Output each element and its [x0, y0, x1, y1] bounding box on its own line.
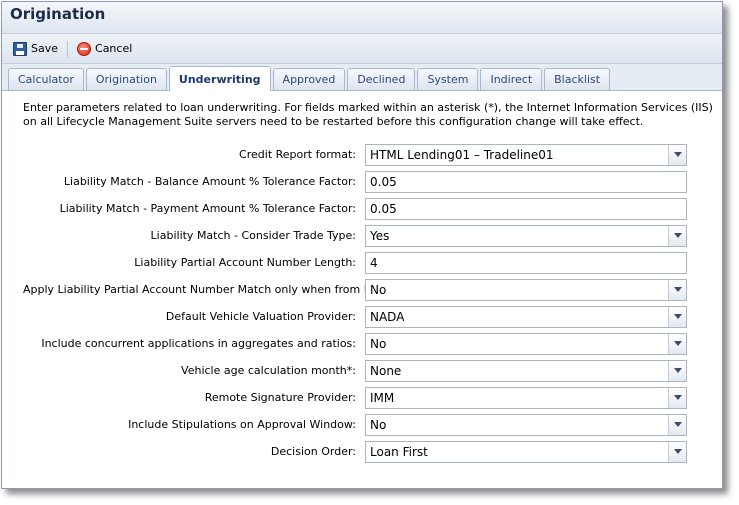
field-value: No: [370, 417, 387, 432]
tab-indirect[interactable]: Indirect: [480, 68, 543, 90]
description-text: Enter parameters related to loan underwr…: [23, 101, 713, 128]
tab-declined[interactable]: Declined: [347, 68, 416, 90]
vehicle-valuation-provider-select[interactable]: NADA: [365, 305, 687, 328]
field-row-payment-tolerance: Liability Match - Payment Amount % Toler…: [23, 195, 704, 222]
field-label: Apply Liability Partial Account Number M…: [23, 283, 393, 296]
concurrent-applications-select[interactable]: No: [365, 332, 687, 355]
field-value: IMM: [370, 390, 395, 405]
field-row-vehicle-age-month: Vehicle age calculation month*: None: [23, 357, 704, 384]
chevron-down-icon[interactable]: [668, 306, 686, 327]
save-icon: [13, 41, 27, 56]
field-label: Credit Report format:: [239, 148, 356, 161]
field-label: Default Vehicle Valuation Provider:: [165, 310, 356, 323]
field-value: NADA: [370, 309, 405, 324]
field-label: Liability Match - Payment Amount % Toler…: [59, 202, 356, 215]
field-row-concurrent-applications: Include concurrent applications in aggre…: [23, 330, 704, 357]
tab-calculator[interactable]: Calculator: [8, 68, 84, 90]
chevron-down-icon[interactable]: [668, 360, 686, 381]
vehicle-age-month-select[interactable]: None: [365, 359, 687, 382]
partial-account-length-input[interactable]: 4: [365, 251, 687, 274]
field-value: HTML Lending01 – Tradeline01: [370, 147, 554, 162]
field-label: Liability Match - Consider Trade Type:: [150, 229, 356, 242]
save-label: Save: [31, 42, 59, 55]
chevron-down-icon[interactable]: [668, 333, 686, 354]
consider-trade-type-select[interactable]: Yes: [365, 224, 687, 247]
chevron-down-icon[interactable]: [668, 441, 686, 462]
tab-underwriting[interactable]: Underwriting: [168, 66, 271, 91]
remote-signature-provider-select[interactable]: IMM: [365, 386, 687, 409]
field-label: Liability Partial Account Number Length:: [134, 256, 356, 269]
field-label: Include Stipulations on Approval Window:: [128, 418, 356, 431]
field-row-decision-order: Decision Order: Loan First: [23, 438, 704, 465]
tab-origination[interactable]: Origination: [85, 68, 167, 90]
tab-system[interactable]: System: [417, 68, 479, 90]
window-title: Origination: [10, 5, 106, 23]
origination-window: Origination Save Cancel Calculator Origi…: [1, 1, 723, 489]
stipulations-approval-select[interactable]: No: [365, 413, 687, 436]
underwriting-panel: Enter parameters related to loan underwr…: [2, 91, 722, 465]
cancel-label: Cancel: [95, 42, 133, 55]
balance-tolerance-input[interactable]: 0.05: [365, 170, 687, 193]
tab-blacklist[interactable]: Blacklist: [544, 68, 611, 90]
field-row-balance-tolerance: Liability Match - Balance Amount % Toler…: [23, 168, 704, 195]
partial-match-host-select[interactable]: No: [365, 278, 687, 301]
toolbar: Save Cancel: [2, 34, 722, 64]
chevron-down-icon[interactable]: [668, 387, 686, 408]
field-value: No: [370, 336, 387, 351]
field-label: Vehicle age calculation month*:: [181, 364, 356, 377]
cancel-button[interactable]: Cancel: [74, 40, 135, 58]
field-label: Decision Order:: [270, 445, 356, 458]
field-label: Liability Match - Balance Amount % Toler…: [63, 175, 356, 188]
field-row-credit-report-format: Credit Report format: HTML Lending01 – T…: [23, 141, 704, 168]
field-row-partial-account-length: Liability Partial Account Number Length:…: [23, 249, 704, 276]
cancel-icon: [77, 41, 92, 56]
toolbar-separator: [67, 40, 69, 57]
field-row-remote-signature-provider: Remote Signature Provider: IMM: [23, 384, 704, 411]
save-button[interactable]: Save: [10, 40, 61, 58]
tab-approved[interactable]: Approved: [272, 68, 346, 90]
chevron-down-icon[interactable]: [668, 225, 686, 246]
field-row-consider-trade-type: Liability Match - Consider Trade Type: Y…: [23, 222, 704, 249]
field-value: Loan First: [370, 444, 428, 459]
field-row-vehicle-valuation-provider: Default Vehicle Valuation Provider: NADA: [23, 303, 704, 330]
chevron-down-icon[interactable]: [668, 279, 686, 300]
tab-strip: Calculator Origination Underwriting Appr…: [2, 64, 722, 91]
payment-tolerance-input[interactable]: 0.05: [365, 197, 687, 220]
field-row-partial-match-host: Apply Liability Partial Account Number M…: [23, 276, 704, 303]
field-value: None: [370, 363, 402, 378]
field-row-stipulations-approval: Include Stipulations on Approval Window:…: [23, 411, 704, 438]
credit-report-format-select[interactable]: HTML Lending01 – Tradeline01: [365, 143, 687, 166]
field-value: 0.05: [370, 174, 397, 189]
field-value: No: [370, 282, 387, 297]
field-label: Include concurrent applications in aggre…: [41, 337, 356, 350]
field-label: Remote Signature Provider:: [204, 391, 356, 404]
field-value: 4: [370, 255, 378, 270]
chevron-down-icon[interactable]: [668, 414, 686, 435]
title-bar: Origination: [2, 2, 722, 34]
decision-order-select[interactable]: Loan First: [365, 440, 687, 463]
chevron-down-icon[interactable]: [668, 144, 686, 165]
field-value: 0.05: [370, 201, 397, 216]
field-value: Yes: [370, 228, 390, 243]
